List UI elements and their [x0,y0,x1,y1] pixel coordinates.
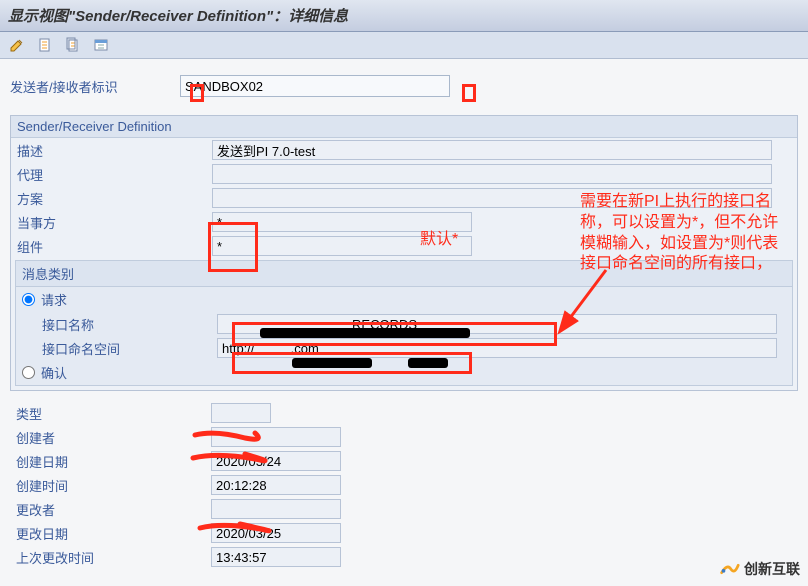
row-create-time: 创建时间 [10,473,798,497]
annotation-arrow [556,270,616,340]
input-description[interactable] [212,140,772,160]
row-changer: 更改者 [10,497,798,521]
radio-confirm-label: 确认 [41,363,67,382]
radio-request[interactable] [22,293,35,306]
annotation-side-note: 需要在新PI上执行的接口名称，可以设置为*，但不允许模糊输入，如设置为*则代表接… [580,192,790,275]
annotation-box-identifier-right [462,84,476,102]
label-interface-name: 接口名称 [22,315,217,334]
redaction-ns-2 [408,358,448,368]
definition-group-title: Sender/Receiver Definition [11,116,797,138]
row-create-date: 创建日期 [10,449,798,473]
redaction-interface-name [260,328,470,338]
row-type: 类型 [10,401,798,425]
label-create-date: 创建日期 [16,452,211,471]
radio-request-row: 请求 [16,287,792,312]
scribble-meta [185,430,305,550]
row-change-date: 更改日期 [10,521,798,545]
redaction-ns-1 [292,358,372,368]
row-creator: 创建者 [10,425,798,449]
input-agent[interactable] [212,164,772,184]
label-change-date: 更改日期 [16,524,211,543]
row-last-change-time: 上次更改时间 [10,545,798,569]
row-description: 描述 [11,138,797,162]
label-type: 类型 [16,404,211,423]
identifier-label: 发送者/接收者标识 [10,77,180,96]
watermark: 创新互联 [718,558,800,580]
radio-request-label: 请求 [41,290,67,309]
annotation-box-star [208,222,258,272]
document-icon[interactable] [36,36,54,54]
identifier-row: 发送者/接收者标识 [10,75,798,97]
label-component: 组件 [17,237,212,256]
label-create-time: 创建时间 [16,476,211,495]
label-party: 当事方 [17,213,212,232]
label-last-change-time: 上次更改时间 [16,548,211,567]
window-title-bar: 显示视图"Sender/Receiver Definition"：详细信息 [0,0,808,32]
watermark-icon [718,558,740,580]
label-creator: 创建者 [16,428,211,447]
identifier-input[interactable] [180,75,450,97]
label-changer: 更改者 [16,500,211,519]
window-title: 显示视图"Sender/Receiver Definition"：详细信息 [8,8,348,25]
label-description: 描述 [17,141,212,160]
input-last-change-time[interactable] [211,547,341,567]
label-agent: 代理 [17,165,212,184]
edit-toggle-icon[interactable] [8,36,26,54]
radio-confirm[interactable] [22,366,35,379]
document-copy-icon[interactable] [64,36,82,54]
input-type[interactable] [211,403,271,423]
watermark-text: 创新互联 [744,559,800,579]
annotation-default-star: 默认* [420,230,458,251]
label-scheme: 方案 [17,189,212,208]
label-interface-ns: 接口命名空间 [22,339,217,358]
row-agent: 代理 [11,162,797,186]
toolbar [0,32,808,59]
layout-icon[interactable] [92,36,110,54]
main-content: 发送者/接收者标识 Sender/Receiver Definition 描述 … [0,59,808,569]
annotation-box-identifier-left [190,84,204,102]
